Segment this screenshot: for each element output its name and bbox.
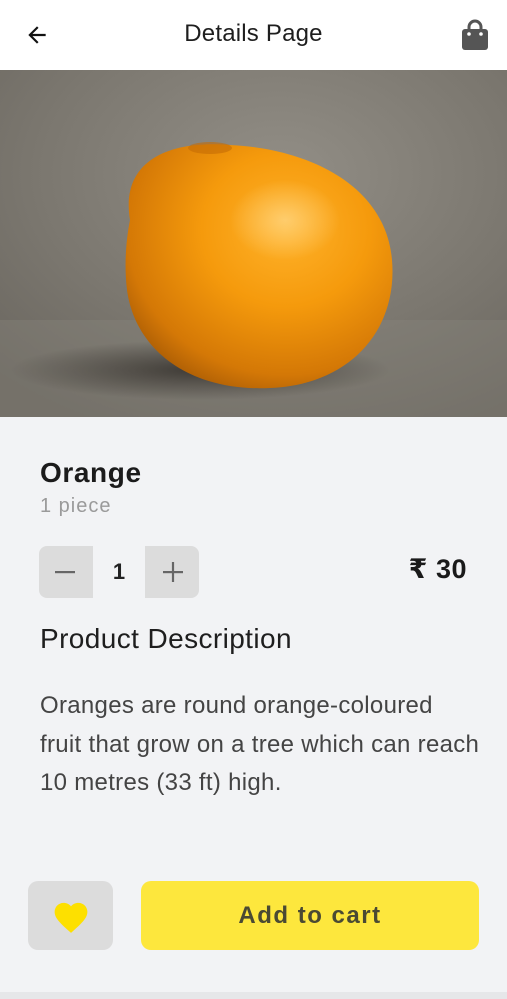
product-unit: 1 piece [40,495,112,517]
cart-bag-button[interactable] [459,18,491,52]
favorite-button[interactable] [28,881,113,950]
product-details: Orange 1 piece 1 ₹ 30 Product Descriptio… [0,417,507,999]
description-text: Oranges are round orange-coloured fruit … [40,692,480,796]
product-price: ₹ 30 [408,554,467,584]
quantity-value: 1 [93,546,145,598]
page-title: Details Page [184,20,323,47]
bottom-divider [0,992,507,999]
app-header: Details Page [0,0,507,70]
decrease-quantity-button[interactable] [39,546,91,598]
quantity-stepper: 1 [39,546,199,598]
add-to-cart-button[interactable]: Add to cart [141,881,479,950]
plus-icon [163,562,183,582]
heart-icon [54,902,87,933]
increase-quantity-button[interactable] [147,546,199,598]
shopping-bag-icon [462,19,488,50]
product-name: Orange [40,457,142,488]
description-heading: Product Description [40,623,292,654]
product-image [0,70,507,417]
minus-icon [55,571,75,574]
